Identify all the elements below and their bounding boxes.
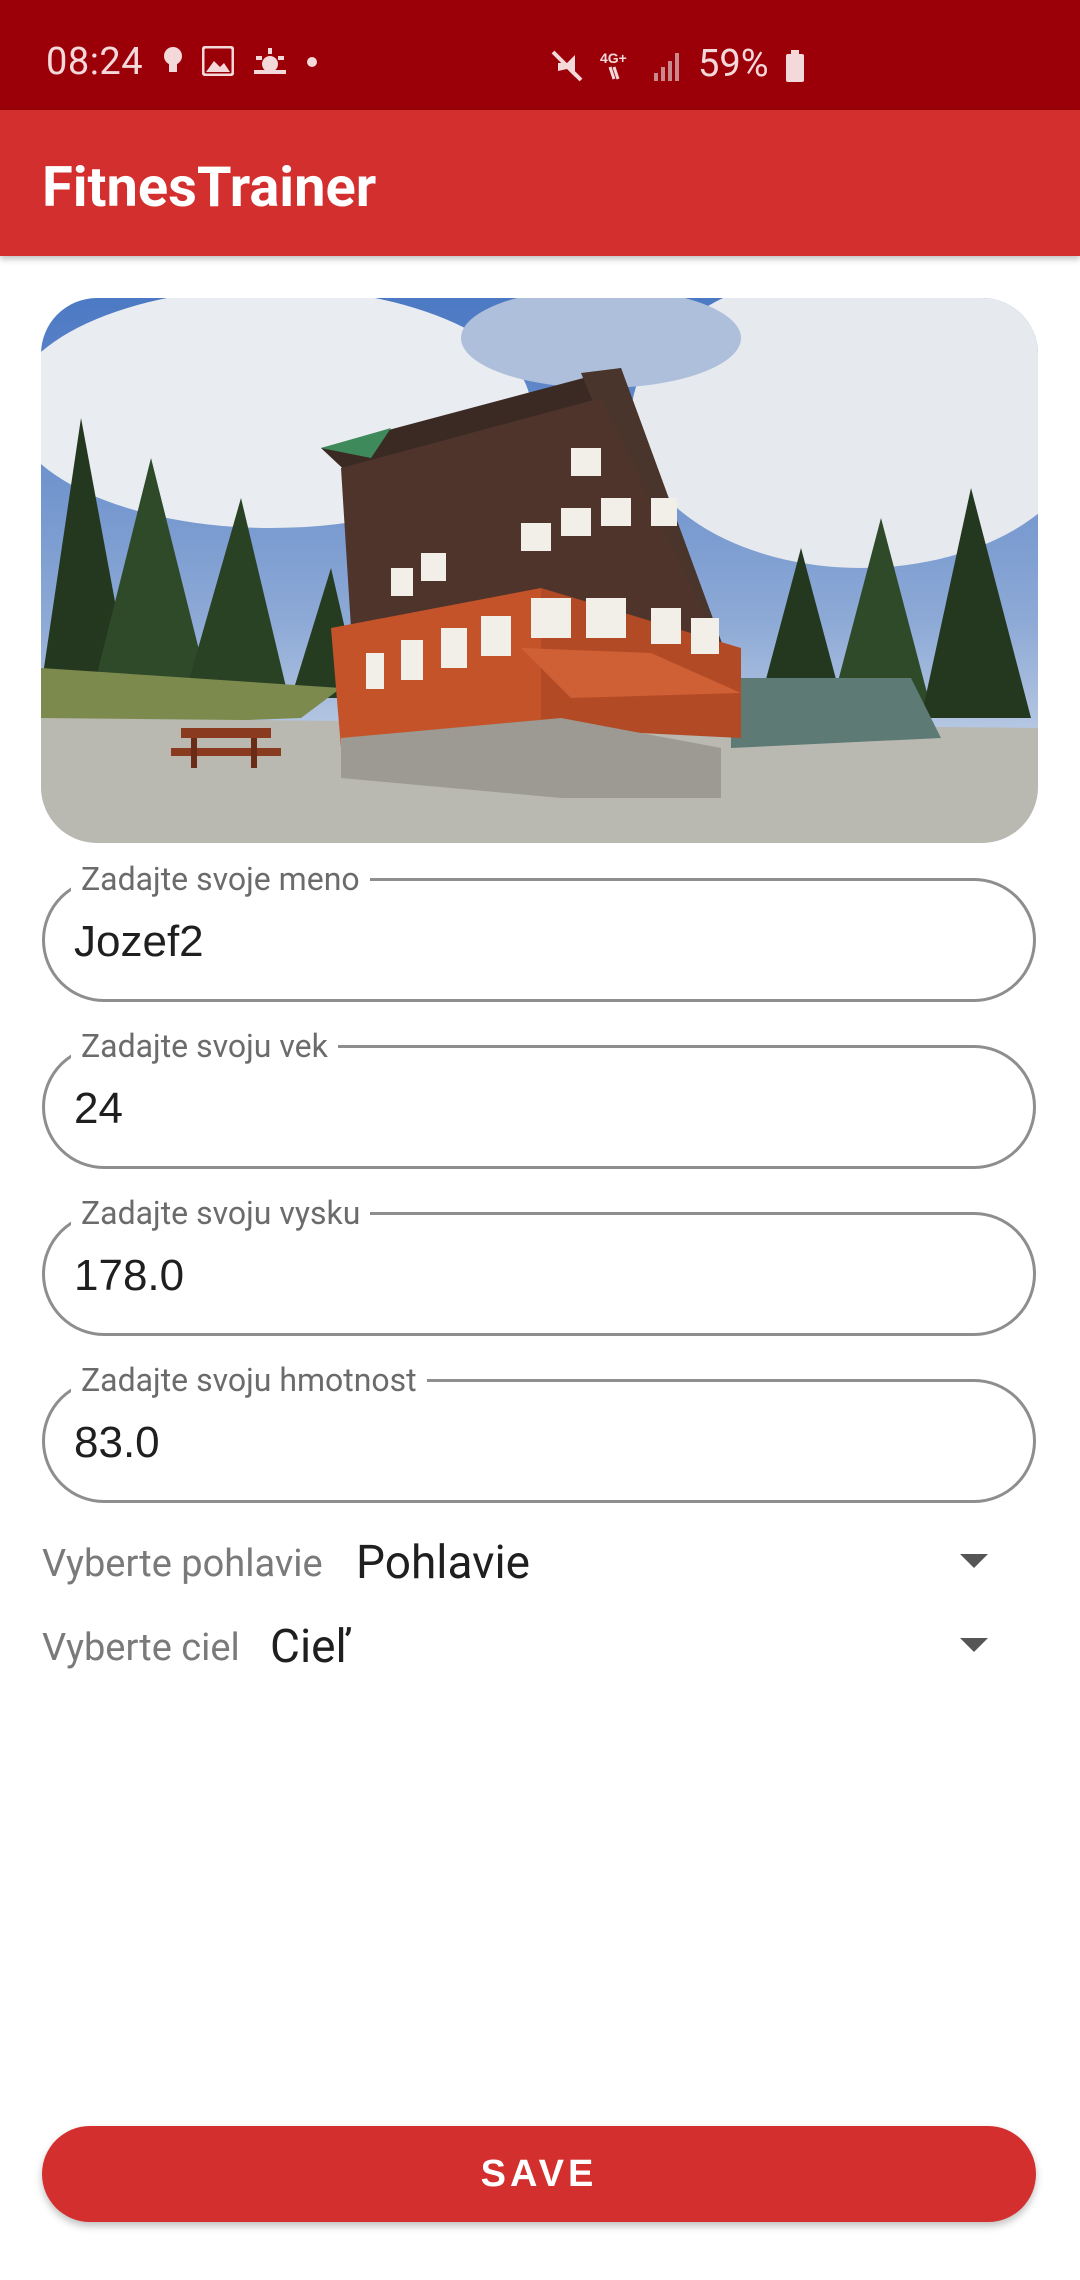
image-icon [201,45,235,80]
age-input[interactable] [74,1084,974,1134]
save-button[interactable]: SAVE [42,2126,1036,2222]
signal-icon [652,49,682,87]
chevron-down-icon [960,1554,988,1568]
status-bar: 08:24 4G+ 59% [0,0,1080,110]
svg-text:4G+: 4G+ [600,50,627,66]
name-field-label: Zadajte svoje meno [71,859,370,899]
hero-image [41,298,1038,843]
height-input[interactable] [74,1251,974,1301]
bulb-icon [162,46,184,80]
height-field[interactable]: Zadajte svoju vysku [42,1193,1036,1336]
gender-spinner[interactable]: Pohlavie [356,1532,1036,1596]
gender-label: Vyberte pohlavie [42,1542,323,1586]
gender-selected: Pohlavie [356,1536,531,1590]
age-field-label: Zadajte svoju vek [71,1026,338,1066]
goal-spinner[interactable]: Cieľ [270,1616,1036,1680]
weight-input[interactable] [74,1418,974,1468]
battery-percent: 59% [698,42,769,86]
gender-row: Vyberte pohlavie Pohlavie [42,1532,1036,1596]
age-field[interactable]: Zadajte svoju vek [42,1026,1036,1169]
name-input[interactable] [74,917,974,967]
weight-field-label: Zadajte svoju hmotnost [71,1360,427,1400]
mute-icon [550,49,584,87]
4g-icon: 4G+ [600,49,636,87]
goal-row: Vyberte ciel Cieľ [42,1616,1036,1680]
goal-selected: Cieľ [270,1620,351,1674]
status-time: 08:24 [46,40,144,84]
height-field-label: Zadajte svoju vysku [71,1193,371,1233]
app-title: FitnesTrainer [42,154,377,220]
name-field[interactable]: Zadajte svoje meno [42,859,1036,1002]
chevron-down-icon [960,1638,988,1652]
weight-field[interactable]: Zadajte svoju hmotnost [42,1360,1036,1503]
weather-icon [252,46,288,80]
app-bar: FitnesTrainer [0,110,1080,256]
battery-icon [785,49,805,87]
goal-label: Vyberte ciel [42,1626,240,1670]
dot-icon [306,46,318,80]
